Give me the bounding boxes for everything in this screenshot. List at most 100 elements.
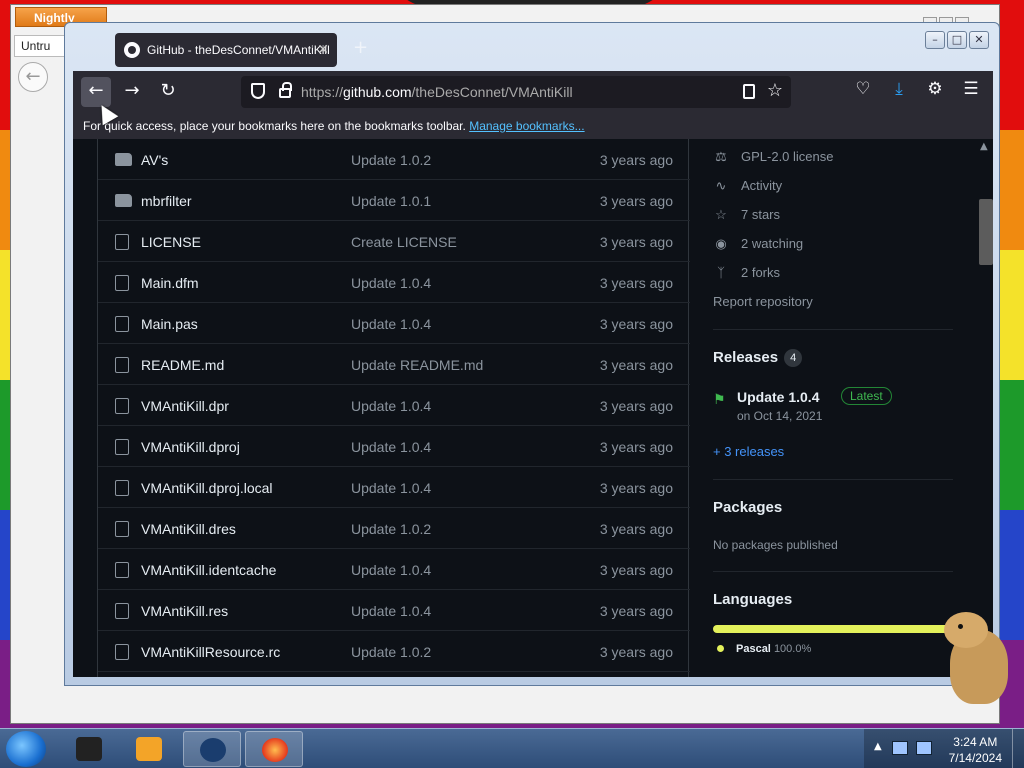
pocket-icon[interactable]: ♡	[851, 79, 875, 99]
page-scrollbar[interactable]: ▲	[977, 139, 993, 677]
table-row[interactable]: Main.pas Update 1.0.4 3 years ago	[98, 303, 690, 344]
commit-date: 3 years ago	[599, 152, 673, 168]
tab-bar: GitHub - theDesConnet/VMAntiKill ✕ +	[73, 31, 773, 67]
fork-icon: ᛉ	[717, 265, 725, 280]
table-row[interactable]: VMAntiKill.res Update 1.0.4 3 years ago	[98, 590, 690, 631]
volume-icon[interactable]	[916, 741, 932, 755]
file-name[interactable]: VMAntiKill.dpr	[141, 398, 229, 414]
file-name[interactable]: LICENSE	[141, 234, 201, 250]
scroll-up-icon[interactable]: ▲	[980, 141, 988, 152]
tray-expand-icon[interactable]: ▲	[874, 741, 882, 752]
table-row[interactable]: VMAntiKill.dproj.local Update 1.0.4 3 year…	[98, 467, 690, 508]
close-window-button[interactable]: ✕	[969, 31, 989, 49]
tag-icon: ⚑	[713, 391, 726, 407]
release-date: on Oct 14, 2021	[737, 409, 823, 423]
commit-message[interactable]: Update README.md	[351, 357, 483, 373]
file-name[interactable]: VMAntiKill.dproj.local	[141, 480, 273, 496]
reload-button[interactable]: ↻	[153, 77, 183, 107]
commit-message[interactable]: Update 1.0.4	[351, 439, 431, 455]
tracking-protection-icon[interactable]	[251, 83, 265, 99]
commit-date: 3 years ago	[599, 480, 673, 496]
bookmark-star-icon[interactable]: ☆	[767, 80, 783, 101]
background-back-button[interactable]: ←	[18, 62, 48, 92]
commit-message[interactable]: Update 1.0.4	[351, 398, 431, 414]
table-row[interactable]: AV's Update 1.0.2 3 years ago	[98, 139, 690, 180]
commit-date: 3 years ago	[599, 234, 673, 250]
new-tab-button[interactable]: +	[353, 37, 368, 58]
table-row[interactable]: VMAntiKillResource.rc Update 1.0.2 3 years…	[98, 631, 690, 672]
commit-date: 3 years ago	[599, 521, 673, 537]
commit-message[interactable]: Update 1.0.1	[351, 193, 431, 209]
show-desktop-button[interactable]	[1012, 729, 1024, 768]
commit-message[interactable]: Update 1.0.4	[351, 275, 431, 291]
releases-count-badge: 4	[784, 349, 803, 368]
file-name[interactable]: mbrfilter	[141, 193, 192, 209]
scrollbar-thumb[interactable]	[979, 199, 993, 265]
menu-icon[interactable]: ☰	[959, 79, 983, 99]
more-releases-link[interactable]: + 3 releases	[713, 444, 784, 464]
commit-message[interactable]: Update 1.0.4	[351, 480, 431, 496]
extensions-icon[interactable]: ⚙	[923, 79, 947, 99]
file-name[interactable]: VMAntiKill.res	[141, 603, 228, 619]
file-name[interactable]: VMAntiKill.dproj	[141, 439, 240, 455]
license-link[interactable]: ⚖ GPL-2.0 license	[713, 149, 833, 169]
file-name[interactable]: Main.pas	[141, 316, 198, 332]
report-repository-link[interactable]: Report repository	[713, 294, 813, 314]
languages-heading: Languages	[713, 591, 793, 608]
table-row[interactable]: README.md Update README.md 3 years ago	[98, 344, 690, 385]
file-icon	[115, 357, 129, 373]
tab-github[interactable]: GitHub - theDesConnet/VMAntiKill ✕	[115, 33, 337, 67]
commit-message[interactable]: Update 1.0.4	[351, 603, 431, 619]
reader-view-icon[interactable]	[743, 84, 755, 99]
release-name[interactable]: Update 1.0.4	[737, 389, 819, 405]
activity-link[interactable]: ∿ Activity	[713, 178, 783, 198]
watching-link[interactable]: ◉ 2 watching	[713, 236, 803, 256]
network-icon[interactable]	[892, 741, 908, 755]
commit-message[interactable]: Update 1.0.4	[351, 316, 431, 332]
commit-message[interactable]: Create LICENSE	[351, 234, 457, 250]
start-button[interactable]	[6, 731, 46, 767]
file-name[interactable]: VMAntiKillResource.rc	[141, 644, 280, 660]
url-text[interactable]: https://github.com/theDesConnet/VMAntiKi…	[301, 84, 573, 100]
clock[interactable]: 3:24 AM 7/14/2024	[949, 734, 1002, 766]
bookmarks-prompt: For quick access, place your bookmarks h…	[83, 119, 466, 133]
table-row[interactable]: VMAntiKill.dres Update 1.0.2 3 years ago	[98, 508, 690, 549]
maximize-button[interactable]: □	[947, 31, 967, 49]
lock-icon[interactable]	[279, 82, 292, 98]
table-row[interactable]: mbrfilter Update 1.0.1 3 years ago	[98, 180, 690, 221]
file-name[interactable]: VMAntiKill.dres	[141, 521, 236, 537]
language-dot-icon	[717, 645, 724, 652]
taskbar-app-browser[interactable]	[183, 731, 241, 767]
table-row[interactable]: VMAntiKill.identcache Update 1.0.4 3 years…	[98, 549, 690, 590]
taskbar-app-media[interactable]	[120, 731, 178, 767]
commit-message[interactable]: Update 1.0.2	[351, 152, 431, 168]
forks-link[interactable]: ᛉ2 forks	[713, 265, 780, 285]
commit-message[interactable]: Update 1.0.2	[351, 521, 431, 537]
minimize-button[interactable]: –	[925, 31, 945, 49]
table-row[interactable]: VMAntiKill.dpr Update 1.0.4 3 years ago	[98, 385, 690, 426]
stars-link[interactable]: ☆ 7 stars	[713, 207, 780, 227]
file-name[interactable]: AV's	[141, 152, 168, 168]
file-name[interactable]: README.md	[141, 357, 224, 373]
github-page: AV's Update 1.0.2 3 years ago mbrfilter Upda…	[73, 139, 993, 677]
table-row[interactable]: LICENSE Create LICENSE 3 years ago	[98, 221, 690, 262]
commit-date: 3 years ago	[599, 562, 673, 578]
forward-button[interactable]: →	[117, 77, 147, 107]
tab-close-icon[interactable]: ✕	[317, 41, 329, 58]
taskbar-app-firefox[interactable]	[245, 731, 303, 767]
file-icon	[115, 644, 129, 660]
url-bar[interactable]: https://github.com/theDesConnet/VMAntiKi…	[241, 76, 791, 108]
file-name[interactable]: VMAntiKill.identcache	[141, 562, 276, 578]
commit-message[interactable]: Update 1.0.2	[351, 644, 431, 660]
packages-heading[interactable]: Packages	[713, 499, 782, 516]
table-row[interactable]: Main.dfm Update 1.0.4 3 years ago	[98, 262, 690, 303]
releases-heading[interactable]: Releases 4	[713, 349, 803, 368]
taskbar-app-terminal[interactable]	[60, 731, 118, 767]
download-icon[interactable]: ⤓	[887, 79, 911, 99]
packages-text: No packages published	[713, 538, 838, 552]
language-item[interactable]: Pascal 100.0%	[717, 643, 811, 655]
file-name[interactable]: Main.dfm	[141, 275, 199, 291]
table-row[interactable]: VMAntiKill.dproj Update 1.0.4 3 years ago	[98, 426, 690, 467]
commit-message[interactable]: Update 1.0.4	[351, 562, 431, 578]
manage-bookmarks-link[interactable]: Manage bookmarks...	[469, 119, 584, 133]
